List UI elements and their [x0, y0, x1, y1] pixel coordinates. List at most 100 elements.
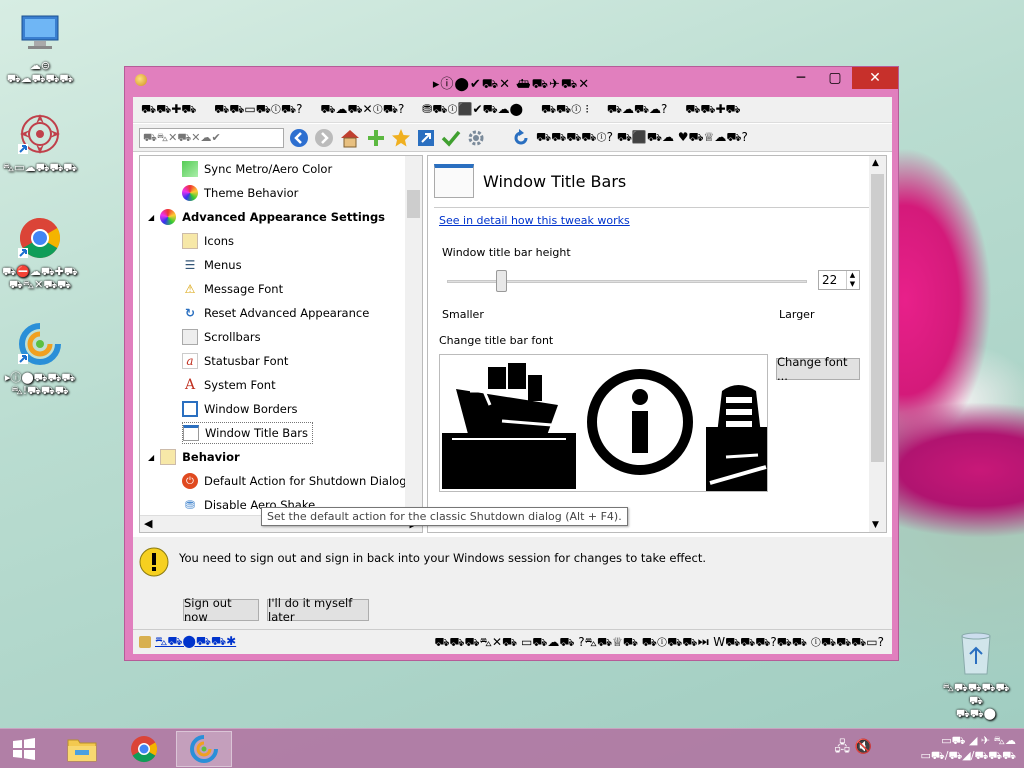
panel-header-icon	[434, 164, 474, 198]
window-client-area: ⛟⛟✚⛟ ⛟⛟▭⛟ⓘ⛟? ⛟☁⛟✕ⓘ⛟? ⛃⛟ⓘ⬛✔⛟☁⬤ ⛟⛟ⓘ ⁝ ⛟☁⛟☁…	[133, 97, 892, 654]
close-button[interactable]: ✕	[852, 67, 898, 89]
scroll-up-icon[interactable]: ▲	[872, 158, 879, 168]
tree-item-menus[interactable]: ☰ Menus	[182, 254, 242, 276]
taskbar-file-explorer[interactable]	[54, 731, 110, 767]
spin-down-icon[interactable]: ▼	[846, 280, 858, 289]
chrome-icon	[131, 736, 158, 763]
tree-item-label: Icons	[204, 234, 235, 248]
desktop-icon-this-pc[interactable]: ☁⊜ ⛟☁⛟⛟⛟	[0, 8, 80, 85]
scroll-left-icon[interactable]: ◀	[144, 517, 152, 530]
export-icon[interactable]	[416, 128, 436, 148]
desktop-icon-winaero[interactable]: ▸ⓘ⬤⛟⛟⛟ ⛍!⛟⛟⛟	[0, 320, 80, 397]
status-right-text[interactable]: ⛟⛟⛟⛍✕⛟ ▭⛟☁⛟ ?⛍⛟♕⛟ ⛟ⓘ⛟⛟⏭ W⛟⛟⛟?⛟⛟ ⓘ⛟⛟⛟▭?	[434, 635, 884, 651]
tree-item-statusbar-font[interactable]: a Statusbar Font	[182, 350, 288, 372]
maximize-button[interactable]: ▢	[818, 67, 852, 89]
tree-item-label: System Font	[204, 378, 276, 392]
start-button[interactable]	[0, 731, 48, 767]
tree-item-reset-appearance[interactable]: ↻ Reset Advanced Appearance	[182, 302, 369, 324]
desktop-icon-label: ⛟☁⛟⛟⛟	[6, 72, 74, 85]
taskbar-winaero-tweaker[interactable]	[176, 731, 232, 767]
slider-thumb[interactable]	[496, 270, 507, 292]
tree-item-theme-behavior[interactable]: Theme Behavior	[182, 182, 298, 204]
checkmark-icon[interactable]	[441, 128, 461, 148]
tree-item-scrollbars[interactable]: Scrollbars	[182, 326, 261, 348]
appearance-icon	[160, 209, 177, 225]
clock-time[interactable]: ▭⛟ ◢ ✈ ⛍☁	[921, 733, 1016, 748]
tree-item-icons[interactable]: Icons	[182, 230, 234, 252]
do-it-later-button[interactable]: I'll do it myself later	[267, 596, 369, 624]
forward-icon[interactable]	[314, 128, 334, 148]
status-left-link[interactable]: ⛍⛟⬤⛟⛟✱	[155, 634, 236, 650]
panel-vertical-scrollbar[interactable]: ▲ ▼	[869, 156, 886, 532]
desktop-icon-shortcut[interactable]: ⛍▭☁⛟⛟⛟	[0, 110, 80, 174]
search-input[interactable]	[139, 127, 284, 148]
warning-shield-icon	[139, 547, 169, 577]
tooltip: Set the default action for the classic S…	[261, 507, 628, 526]
tree-category-behavior[interactable]: ◢ Behavior	[148, 446, 240, 468]
winaero-icon	[18, 323, 61, 365]
add-favorite-icon[interactable]	[366, 128, 386, 148]
height-spinbox[interactable]: 22 ▲ ▼	[818, 270, 860, 290]
menu-item[interactable]: ⛟⛟✚⛟	[685, 102, 740, 116]
clock-date[interactable]: ▭⛟/⛟◢/⛟⛟⛟	[921, 748, 1016, 763]
menu-item[interactable]: ⛟⛟▭⛟ⓘ⛟?	[214, 102, 302, 116]
desktop-icon-label: ⛟⛍✕⛟⛟	[8, 278, 72, 291]
font-preview	[439, 354, 768, 492]
tree-item-label: Theme Behavior	[204, 186, 299, 200]
menu-item[interactable]: ⛟☁⛟✕ⓘ⛟?	[320, 102, 404, 116]
menu-item[interactable]: ⛟⛟ⓘ ⁝	[541, 102, 589, 116]
title-bar[interactable]: ▸ⓘ⬤✔⛟✕ ⛴⛟✈⛟✕ ─ ▢ ✕	[125, 67, 898, 95]
toolbar-text[interactable]: ⛟⛟⛟⛟ⓘ? ⛟⬛⛟☁ ♥⛟♕☁⛟?	[536, 130, 748, 146]
tray-icons[interactable]: 🖧 🔇	[835, 740, 873, 755]
tweak-tree: Sync Metro/Aero Color Theme Behavior ◢ A…	[139, 155, 423, 533]
shutdown-icon: ⏻	[182, 473, 198, 489]
scrollbar-thumb[interactable]	[407, 190, 420, 218]
collapse-arrow-icon[interactable]: ◢	[148, 213, 154, 222]
tree-item-system-font[interactable]: A System Font	[182, 374, 276, 396]
tree-item-sync-color[interactable]: Sync Metro/Aero Color	[182, 158, 332, 180]
folder-icon	[67, 739, 97, 762]
tree-item-label: Window Borders	[204, 402, 298, 416]
home-icon[interactable]	[339, 128, 361, 148]
menu-item[interactable]: ⛟⛟✚⛟	[141, 102, 196, 116]
sign-out-now-button[interactable]: Sign out now	[183, 596, 259, 624]
tree-item-shutdown-dialog[interactable]: ⏻ Default Action for Shutdown Dialog	[182, 470, 407, 492]
tree-item-message-font[interactable]: ⚠ Message Font	[182, 278, 284, 300]
change-font-button[interactable]: Change font ...	[776, 355, 860, 383]
desktop-icon-recycle-bin[interactable]: ⛍⛟⛟⛟⛟⛟ ⛟⛟⬤	[936, 628, 1016, 720]
font-A-icon: A	[184, 377, 196, 393]
gear-icon[interactable]	[466, 128, 486, 148]
font-a-icon: a	[182, 353, 198, 369]
reset-arrow-icon[interactable]	[511, 128, 531, 148]
tree-item-window-borders[interactable]: Window Borders	[182, 398, 298, 420]
tree-vertical-scrollbar[interactable]	[405, 156, 422, 516]
tree-item-label: Menus	[204, 258, 242, 272]
font-label: Change title bar font	[439, 334, 554, 347]
slider-min-label: Smaller	[442, 308, 484, 321]
tree-category-advanced-appearance[interactable]: ◢ Advanced Appearance Settings	[148, 206, 385, 228]
collapse-arrow-icon[interactable]: ◢	[148, 453, 154, 462]
desktop-icon-chrome[interactable]: ⛟⛔☁⛟✚⛟ ⛟⛍✕⛟⛟	[0, 214, 80, 291]
title-bars-icon	[183, 425, 199, 441]
menu-item[interactable]: ⛟☁⛟☁?	[607, 102, 668, 116]
shake-icon: ⛃	[184, 498, 196, 512]
scroll-down-icon[interactable]: ▼	[872, 520, 879, 530]
spin-up-icon[interactable]: ▲	[846, 271, 858, 280]
system-tray: 🖧 🔇 ▭⛟ ◢ ✈ ⛍☁ ▭⛟/⛟◢/⛟⛟⛟	[835, 733, 1017, 763]
menu-item[interactable]: ⛃⛟ⓘ⬛✔⛟☁⬤	[422, 102, 523, 116]
winaero-tweaker-window: ▸ⓘ⬤✔⛟✕ ⛴⛟✈⛟✕ ─ ▢ ✕ ⛟⛟✚⛟ ⛟⛟▭⛟ⓘ⛟? ⛟☁⛟✕ⓘ⛟? …	[124, 66, 899, 661]
title-height-slider[interactable]	[447, 270, 807, 294]
desktop-icon-label: ⛍!⛟⛟⛟	[11, 384, 69, 397]
partial-glyph-icon	[706, 385, 767, 491]
tree-item-label: Message Font	[204, 282, 284, 296]
star-icon[interactable]	[391, 128, 411, 148]
taskbar-chrome[interactable]	[116, 731, 172, 767]
tweak-detail-link[interactable]: See in detail how this tweak works	[439, 214, 630, 227]
notice-text: You need to sign out and sign in back in…	[179, 551, 706, 565]
minimize-button[interactable]: ─	[784, 67, 818, 89]
back-icon[interactable]	[289, 128, 309, 148]
scrollbar-thumb[interactable]	[871, 174, 884, 462]
tree-item-label: Default Action for Shutdown Dialog	[204, 474, 407, 488]
tree-item-window-title-bars[interactable]: Window Title Bars	[182, 422, 313, 444]
tree-item-label: Sync Metro/Aero Color	[204, 162, 333, 176]
